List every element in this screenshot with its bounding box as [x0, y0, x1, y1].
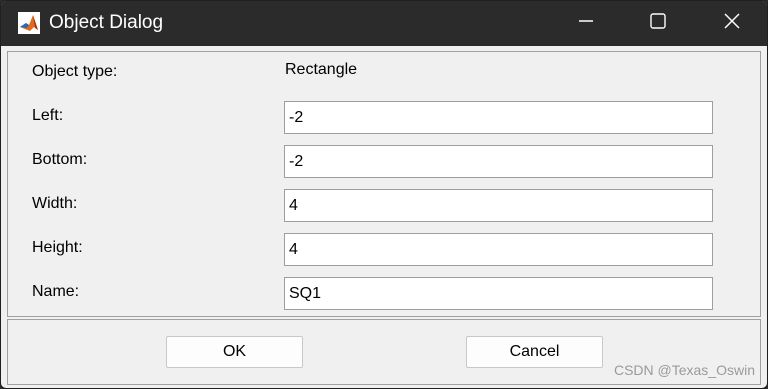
window-title: Object Dialog [49, 12, 164, 33]
minimize-button[interactable] [563, 1, 609, 46]
bottom-input[interactable] [284, 145, 713, 178]
matlab-logo-icon [18, 12, 40, 34]
properties-panel: Object type: Rectangle Left: Bottom: Wid… [7, 51, 761, 317]
maximize-icon [649, 12, 667, 35]
left-input[interactable] [284, 101, 713, 134]
left-label: Left: [32, 107, 64, 124]
width-input[interactable] [284, 189, 713, 222]
minimize-icon [578, 13, 594, 34]
name-label: Name: [32, 283, 80, 300]
object-type-value: Rectangle [285, 61, 358, 78]
cancel-button[interactable]: Cancel [466, 336, 603, 368]
watermark-text: CSDN @Texas_Oswin [613, 362, 755, 378]
maximize-button[interactable] [635, 1, 681, 46]
close-icon [723, 12, 741, 35]
object-type-label: Object type: [32, 63, 118, 80]
title-bar[interactable]: Object Dialog [1, 1, 767, 46]
ok-button[interactable]: OK [166, 336, 303, 368]
object-dialog-window: Object Dialog Object type: Rectangle Lef… [0, 0, 768, 389]
width-label: Width: [32, 195, 78, 212]
bottom-label: Bottom: [32, 151, 88, 168]
height-input[interactable] [284, 233, 713, 266]
height-label: Height: [32, 239, 83, 256]
name-input[interactable] [284, 277, 713, 310]
close-button[interactable] [709, 1, 755, 46]
